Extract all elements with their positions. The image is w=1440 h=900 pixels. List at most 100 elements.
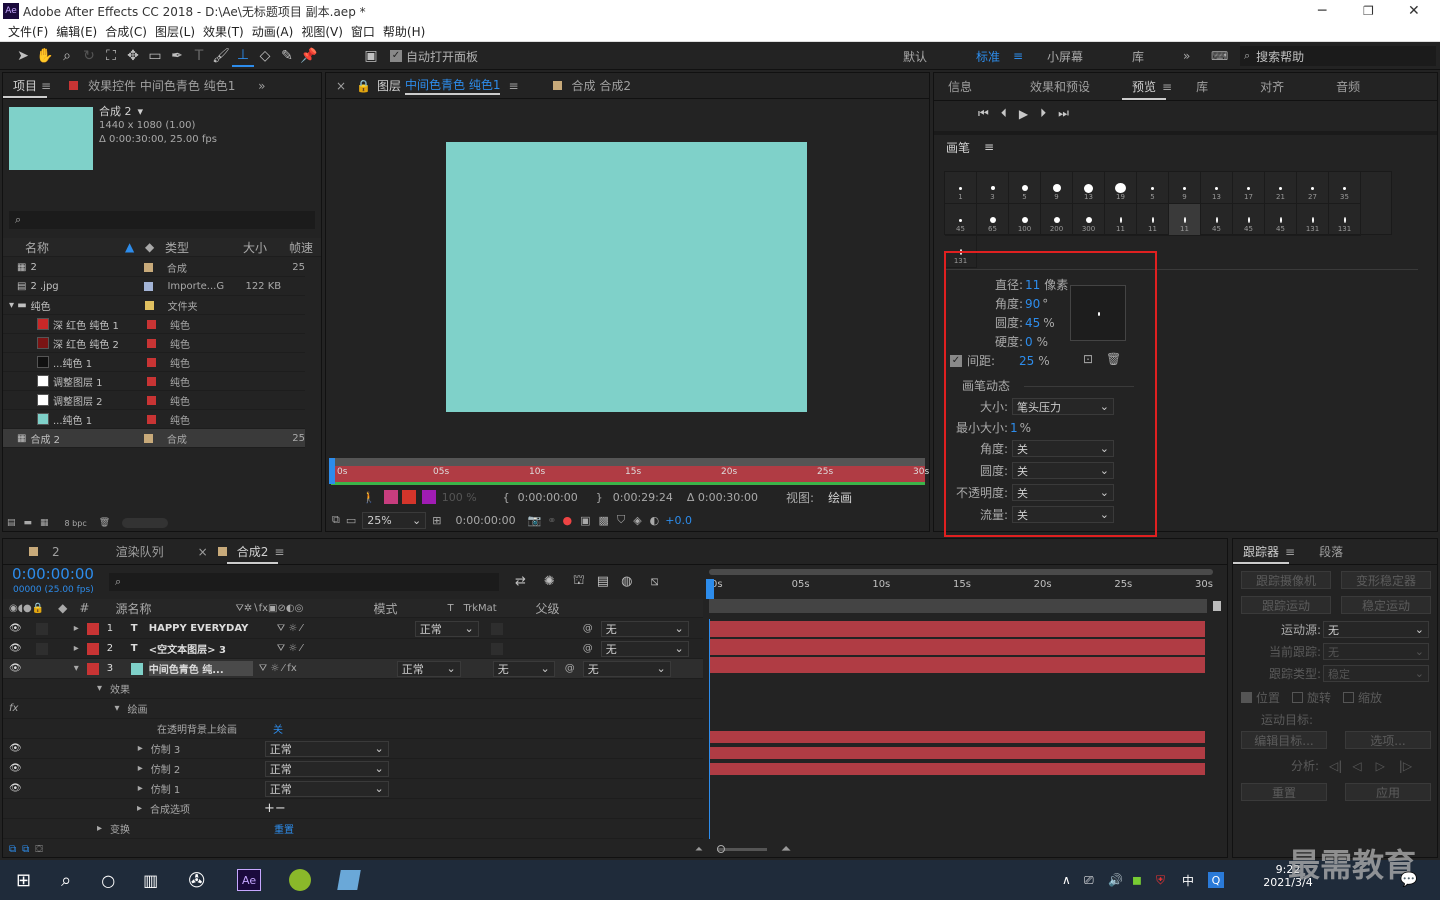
hardness-value[interactable]: 0 [1025,335,1033,349]
brush-tip[interactable]: 13 [1073,172,1105,204]
angle-value[interactable]: 90 [1025,297,1040,311]
current-time[interactable]: 0:00:00:00 [455,514,515,527]
play-icon[interactable]: ▶ [1019,107,1028,121]
lock-box[interactable] [35,622,48,635]
col-t[interactable]: T [447,603,463,614]
panel-overflow-icon[interactable]: » [258,79,265,93]
layer-duration-bar[interactable] [709,657,1205,673]
brush-tip[interactable]: 11 [1169,204,1201,236]
layer-name[interactable]: HAPPY EVERYDAY [149,623,271,634]
brush-tool-icon[interactable]: 🖌 [210,45,232,67]
menu-view[interactable]: 视图(V) [301,23,343,40]
zoom-slider[interactable] [716,844,767,853]
menu-file[interactable]: 文件(F) [8,23,48,40]
new-comp-icon[interactable]: ▦ [40,518,49,528]
visibility-eye-icon[interactable]: 👁 [9,623,22,634]
zoom-percent[interactable]: 100 % [442,491,477,504]
tab-audio[interactable]: 音频 [1326,78,1370,95]
show-snapshot-icon[interactable]: ⚭ [547,514,556,527]
minimize-icon[interactable]: ─ [1318,3,1326,19]
tab-library[interactable]: 库 [1186,78,1218,95]
fx-icon[interactable]: fx [9,703,18,714]
brush-tip[interactable]: 1 [945,172,977,204]
clone-mode-dropdown[interactable]: 正常 ⌄ [264,740,389,757]
motion-blur-icon[interactable]: ◍ [621,574,632,589]
clone-tool-icon[interactable]: ⊥ [232,45,254,67]
lock-box[interactable] [35,642,48,655]
roi-icon[interactable]: ▣ [580,514,590,527]
windows-start-icon[interactable]: ⊞ [16,870,31,891]
sync-icon[interactable]: ⌨ [1211,49,1228,63]
new-brush-icon[interactable]: ⊡ [1083,352,1093,366]
project-item[interactable]: ...纯色 1 纯色 [3,353,305,372]
pinwheel-app-icon[interactable]: ✇ [188,868,205,892]
reset-button[interactable]: 重置 [1241,783,1327,801]
timeline-ruler[interactable]: 0s 05s 10s 15s 20s 25s 30s [706,567,1221,617]
pen-tool-icon[interactable]: ✒ [166,45,188,67]
onion-icon[interactable] [383,490,398,504]
project-item[interactable]: ▦ 2 合成 25 [3,258,305,277]
panel-toggle-icon[interactable]: ▣ [360,45,382,67]
blend-mode-dropdown[interactable]: 正常 ⌄ [414,620,479,637]
analyze-back-icon[interactable]: ◁ [1352,759,1361,773]
track-camera-button[interactable]: 跟踪摄像机 [1241,571,1331,589]
tab-menu-icon[interactable]: ≡ [41,79,51,93]
nvidia-icon[interactable]: ◼ [1132,873,1142,887]
apply-button[interactable]: 应用 [1345,783,1431,801]
work-area-end-icon[interactable] [1213,601,1221,611]
brush-tip[interactable]: 35 [1329,172,1361,204]
col-fps[interactable]: 帧速 [289,239,313,256]
rect-tool-icon[interactable]: ▭ [144,45,166,67]
brush-tip[interactable]: 65 [977,204,1009,236]
out-point-icon[interactable]: } [596,491,603,504]
analyze-forward-multi-icon[interactable]: |▷ [1399,759,1412,773]
ball-app-icon[interactable] [289,869,312,891]
restore-icon[interactable]: ❐ [1363,4,1374,18]
col-mode[interactable]: 模式 [373,600,447,617]
layer-name[interactable]: 中间色青色 纯... [148,661,253,676]
stabilize-motion-button[interactable]: 稳定运动 [1341,596,1431,614]
timeline-search[interactable]: ⌕ [109,573,499,591]
timeline-row[interactable]: 👁 ▸ 仿制 2 正常 ⌄ [3,759,703,779]
layer-switches-icon[interactable]: ⛛ ☼ ⁄ [277,643,415,654]
out-point-time[interactable]: 0:00:29:24 [613,491,673,504]
brush-menu-icon[interactable]: ≡ [984,140,994,154]
lock-box[interactable] [35,662,48,675]
col-trkmat[interactable]: TrkMat [463,603,535,614]
tab-effect-controls[interactable]: 效果控件 中间色青色 纯色1 [78,77,248,94]
project-item[interactable]: ▾ ▬ 纯色 文件夹 [3,296,305,315]
puppet-tool-icon[interactable]: 📌 [298,45,320,67]
stroke-duration-bar[interactable] [709,747,1205,759]
project-item[interactable]: ...纯色 1 纯色 [3,410,305,429]
timeline-row[interactable]: 👁 ▸ 2 T <空文本图层> 3 ⛛ ☼ ⁄ @ 无 ⌄ [3,639,703,659]
blend-mode-dropdown[interactable]: 正常 ⌄ [396,660,461,677]
menu-effect[interactable]: 效果(T) [203,23,244,40]
pickwhip-icon[interactable]: @ [583,643,593,654]
interpret-icon[interactable]: ▤ [7,518,16,528]
stroke-duration-bar[interactable] [709,731,1205,743]
workspace-library[interactable]: 库 [1132,48,1144,65]
brush-tip[interactable]: 9 [1041,172,1073,204]
tab-preview[interactable]: 预览 [1122,74,1167,100]
brush-tip[interactable]: 200 [1041,204,1073,236]
project-item[interactable]: 调整图层 2 纯色 [3,391,305,410]
zoom-slider-handle[interactable] [716,844,725,853]
safe-zones-icon[interactable]: ⊞ [432,514,441,527]
workspace-small[interactable]: 小屏幕 [1047,48,1083,65]
cortana-icon[interactable]: ○ [101,871,115,890]
last-frame-icon[interactable]: ⏭ [1058,106,1069,121]
tab-menu-icon[interactable]: ≡ [274,545,284,559]
spacing-value[interactable]: 25 [1019,354,1034,368]
position-checkbox[interactable] [1241,692,1252,703]
tab-paragraph[interactable]: 段落 [1309,543,1353,560]
layer-switches-toggle-icon[interactable]: ⧉ [9,844,16,855]
viewer-canvas[interactable] [326,100,929,452]
timeline-row[interactable]: 👁 ▾ 3 中间色青色 纯... ⛛ ☼ ⁄ fx 正常 ⌄ 无 ⌄ @ 无 ⌄ [3,659,703,679]
brush-tip[interactable]: 11 [1105,204,1137,236]
parent-dropdown[interactable]: 无 ⌄ [582,660,671,677]
brush-tip[interactable]: 5 [1137,172,1169,204]
analyze-back-multi-icon[interactable]: ◁| [1329,759,1342,773]
scale-checkbox[interactable] [1343,692,1355,703]
close-icon[interactable]: ✕ [1408,3,1420,19]
camera-tool-icon[interactable]: ⛶ [100,45,122,67]
